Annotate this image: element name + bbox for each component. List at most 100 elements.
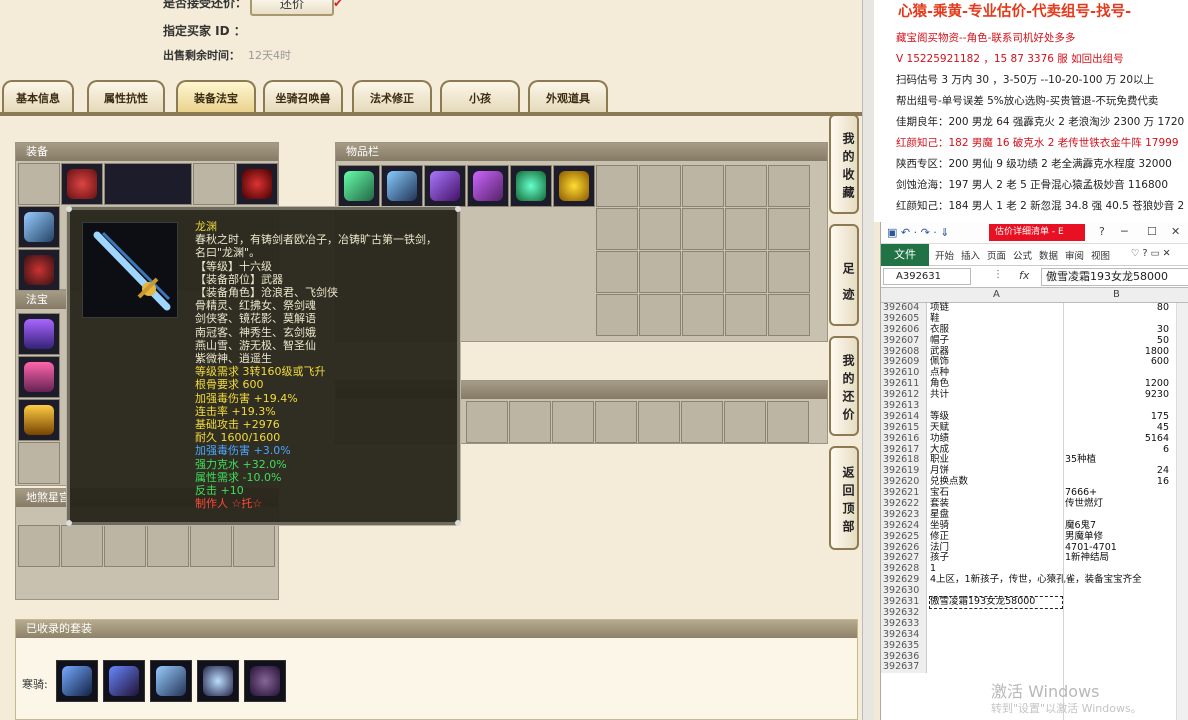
footprints-button[interactable]: 足迹 <box>829 224 859 326</box>
sheet-row[interactable]: 392606 衣服 30 <box>881 324 1188 336</box>
sheet-row[interactable]: 392634 <box>881 629 1188 641</box>
cell-b[interactable]: 80 <box>1065 302 1169 314</box>
cell-a[interactable]: 星盘 <box>930 509 1062 521</box>
cell-a[interactable]: 等级 <box>930 411 1062 423</box>
treasure-slot[interactable] <box>18 356 60 398</box>
tab-equipment[interactable]: 装备法宝 <box>176 80 256 114</box>
warehouse-slot[interactable] <box>509 401 551 443</box>
tab-appearance[interactable]: 外观道具 <box>528 80 608 114</box>
sheet-row[interactable]: 392621 宝石 7666+ <box>881 487 1188 500</box>
inventory-slot[interactable] <box>510 165 552 207</box>
cell-a[interactable]: 角色 <box>930 378 1062 390</box>
formula-buttons-icon[interactable]: ⋮ <box>993 269 1003 280</box>
inventory-slot[interactable] <box>639 294 681 336</box>
row-number[interactable]: 392616 <box>881 433 927 445</box>
treasure-slot[interactable] <box>18 442 60 484</box>
inventory-slot[interactable] <box>682 208 724 250</box>
sheet-row[interactable]: 392611 角色 1200 <box>881 378 1188 391</box>
sheet-row[interactable]: 392633 <box>881 618 1188 630</box>
ribbon-tab-view[interactable]: 视图 <box>1091 248 1110 262</box>
cell-a[interactable]: 鞋 <box>930 313 1062 325</box>
sheet-row[interactable]: 392617 大成 6 <box>881 444 1188 456</box>
set-piece-slot[interactable] <box>56 660 98 702</box>
warehouse-slot[interactable] <box>724 401 766 443</box>
set-piece-slot[interactable] <box>244 660 286 702</box>
inventory-slot[interactable] <box>596 294 638 336</box>
sheet-row[interactable]: 392626 法门 4701-4701 <box>881 542 1188 554</box>
ribbon-tab-insert[interactable]: 插入 <box>961 248 980 262</box>
set-piece-slot[interactable] <box>150 660 192 702</box>
inventory-slot[interactable] <box>682 165 724 207</box>
column-header-a[interactable]: A <box>993 289 1000 300</box>
name-box[interactable]: A392631 <box>883 268 971 285</box>
sheet-row[interactable]: 392619 月饼 24 <box>881 465 1188 478</box>
sheet-row[interactable]: 392604 项链 80 <box>881 302 1188 314</box>
sheet-grid[interactable]: 392604 项链 80 392605 鞋 392606 衣服 30 392607 帽子 50 392… <box>881 302 1188 674</box>
sheet-row[interactable]: 392631 傲雪凌霜193女龙58000 <box>881 596 1188 609</box>
set-piece-slot[interactable] <box>103 660 145 702</box>
equip-slot-helmet[interactable] <box>61 163 103 205</box>
tab-child[interactable]: 小孩 <box>440 80 520 114</box>
sheet-row[interactable]: 392620 兑换点数 16 <box>881 476 1188 489</box>
close-icon[interactable]: ✕ <box>1171 225 1180 238</box>
cell-b[interactable]: 男魔单修 <box>1065 531 1169 543</box>
row-number[interactable]: 392607 <box>881 335 927 347</box>
cell-a[interactable]: 傲雪凌霜193女龙58000 <box>929 596 1063 609</box>
warehouse-slot[interactable] <box>681 401 723 443</box>
cell-a[interactable]: 职业 <box>930 455 1062 466</box>
sheet-row[interactable]: 392605 鞋 <box>881 313 1188 325</box>
inventory-slot[interactable] <box>682 251 724 293</box>
star-slot[interactable] <box>61 525 103 567</box>
back-to-top-button[interactable]: 返回顶部 <box>829 446 859 550</box>
sheet-row[interactable]: 392627 孩子 1新神结局 <box>881 553 1188 565</box>
inventory-slot[interactable] <box>424 165 466 207</box>
equip-slot-necklace[interactable] <box>236 163 278 205</box>
cell-a[interactable]: 套装 <box>930 498 1062 510</box>
ribbon-tab-layout[interactable]: 页面 <box>987 248 1006 262</box>
sheet-row[interactable]: 392635 <box>881 640 1188 652</box>
cell-b[interactable]: 35种植 <box>1065 455 1169 466</box>
cell-a[interactable]: 孩子 <box>930 553 1062 564</box>
quick-access-toolbar[interactable]: ▣ ↶ · ↷ · ⇓ <box>887 226 950 239</box>
cell-a[interactable]: 武器 <box>930 346 1062 358</box>
sheet-row[interactable]: 392618 职业 35种植 <box>881 455 1188 467</box>
tab-basic-info[interactable]: 基本信息 <box>2 80 74 114</box>
minimize-icon[interactable]: ─ <box>1121 225 1128 238</box>
treasure-slot[interactable] <box>18 399 60 441</box>
sheet-row[interactable]: 392625 修正 男魔单修 <box>881 531 1188 543</box>
inventory-slot[interactable] <box>768 208 810 250</box>
star-slot[interactable] <box>147 525 189 567</box>
sheet-row[interactable]: 392608 武器 1800 <box>881 346 1188 358</box>
inventory-slot[interactable] <box>596 251 638 293</box>
inventory-slot[interactable] <box>639 165 681 207</box>
inventory-slot[interactable] <box>596 208 638 250</box>
cell-b[interactable]: 600 <box>1065 357 1169 368</box>
inventory-slot[interactable] <box>725 294 767 336</box>
cell-a[interactable]: 佩饰 <box>930 357 1062 368</box>
inventory-slot[interactable] <box>596 165 638 207</box>
cell-a[interactable]: 帽子 <box>930 335 1062 347</box>
equip-slot[interactable] <box>193 163 235 205</box>
sheet-row[interactable]: 392614 等级 175 <box>881 411 1188 423</box>
row-number[interactable]: 392637 <box>881 661 927 674</box>
treasure-slot[interactable] <box>18 313 60 355</box>
star-slot[interactable] <box>190 525 232 567</box>
fx-icon[interactable]: fx <box>1019 269 1029 282</box>
file-tab[interactable]: 文件 <box>881 244 929 266</box>
row-number[interactable]: 392634 <box>881 629 927 641</box>
star-slot[interactable] <box>104 525 146 567</box>
cell-a[interactable]: 项链 <box>930 302 1062 314</box>
cell-b[interactable]: 传世燃灯 <box>1065 498 1169 510</box>
maximize-icon[interactable]: ☐ <box>1147 225 1157 238</box>
inventory-slot[interactable] <box>639 208 681 250</box>
sheet-row[interactable]: 392613 <box>881 400 1188 412</box>
cell-a[interactable]: 共计 <box>930 389 1062 401</box>
cell-a[interactable]: 宝石 <box>930 487 1062 499</box>
inventory-slot[interactable] <box>682 294 724 336</box>
inventory-slot[interactable] <box>725 165 767 207</box>
column-header-b[interactable]: B <box>1113 289 1120 300</box>
inventory-slot[interactable] <box>768 251 810 293</box>
ribbon-tab-home[interactable]: 开始 <box>935 248 954 262</box>
ribbon-more-icon[interactable]: ♡ ? ▭ ✕ <box>1131 248 1171 259</box>
warehouse-slot[interactable] <box>466 401 508 443</box>
